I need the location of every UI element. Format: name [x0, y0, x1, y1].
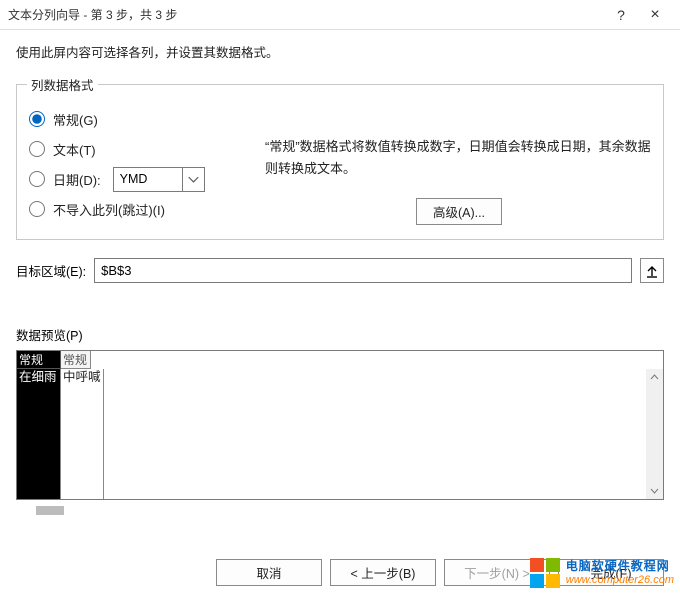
- radio-date-label: 日期(D):: [53, 170, 101, 189]
- column-format-group: 列数据格式 常规(G) 文本(T) 日期(D): YMD: [16, 75, 664, 240]
- advanced-button[interactable]: 高级(A)...: [416, 198, 502, 225]
- preview-col-header-2[interactable]: 常规: [61, 351, 91, 369]
- format-description: “常规”数据格式将数值转换成数字，日期值会转换成日期，其余数据则转换成文本。: [265, 136, 653, 180]
- destination-label: 目标区域(E):: [16, 261, 86, 280]
- collapse-dialog-icon: [645, 264, 659, 278]
- horizontal-scroll-thumb[interactable]: [36, 506, 64, 515]
- preview-header: 常规 常规: [17, 351, 663, 369]
- scroll-down-icon[interactable]: [646, 482, 663, 499]
- back-button[interactable]: < 上一步(B): [330, 559, 436, 586]
- radio-general-label: 常规(G): [53, 110, 98, 129]
- column-format-legend: 列数据格式: [27, 75, 98, 94]
- preview-body: 在细雨 中呼喊: [17, 369, 663, 499]
- next-button: 下一步(N) >: [444, 559, 550, 586]
- radio-text[interactable]: [29, 141, 45, 157]
- date-format-select[interactable]: YMD: [113, 167, 205, 192]
- cancel-button[interactable]: 取消: [216, 559, 322, 586]
- range-picker-button[interactable]: [640, 258, 664, 283]
- preview-col-header-1[interactable]: 常规: [17, 351, 61, 369]
- window-title: 文本分列向导 - 第 3 步，共 3 步: [8, 6, 604, 23]
- dialog-footer: 取消 < 上一步(B) 下一步(N) > 完成(F): [16, 559, 664, 586]
- vertical-scrollbar[interactable]: [646, 369, 663, 499]
- radio-skip-row[interactable]: 不导入此列(跳过)(I): [27, 194, 257, 224]
- destination-input[interactable]: [94, 258, 632, 283]
- finish-button[interactable]: 完成(F): [558, 559, 664, 586]
- horizontal-scrollbar[interactable]: [16, 504, 664, 517]
- instruction-text: 使用此屏内容可选择各列，并设置其数据格式。: [16, 42, 664, 61]
- radio-skip-label: 不导入此列(跳过)(I): [53, 200, 165, 219]
- radio-general[interactable]: [29, 111, 45, 127]
- radio-date-row[interactable]: 日期(D): YMD: [27, 164, 257, 194]
- radio-general-row[interactable]: 常规(G): [27, 104, 257, 134]
- preview-box: 常规 常规 在细雨 中呼喊: [16, 350, 664, 500]
- radio-date[interactable]: [29, 171, 45, 187]
- preview-cell-1[interactable]: 在细雨: [17, 369, 61, 499]
- preview-cell-2[interactable]: 中呼喊: [61, 369, 104, 499]
- close-button[interactable]: ×: [638, 1, 672, 29]
- title-bar: 文本分列向导 - 第 3 步，共 3 步 ? ×: [0, 0, 680, 30]
- radio-skip[interactable]: [29, 201, 45, 217]
- radio-text-label: 文本(T): [53, 140, 96, 159]
- scroll-up-icon[interactable]: [646, 369, 663, 386]
- help-button[interactable]: ?: [604, 1, 638, 29]
- radio-text-row[interactable]: 文本(T): [27, 134, 257, 164]
- preview-label: 数据预览(P): [16, 325, 664, 344]
